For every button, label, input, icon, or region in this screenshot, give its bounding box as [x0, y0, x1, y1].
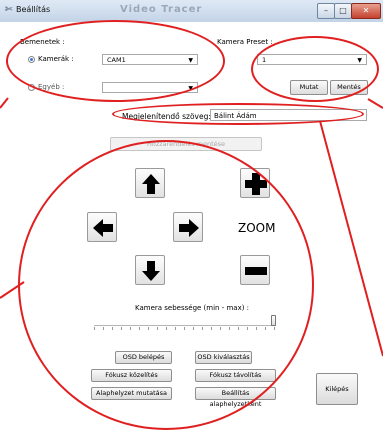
annotation-line-left-top: [0, 97, 9, 109]
annotation-lines: [0, 97, 383, 357]
annotation-line-left-bottom: [0, 281, 25, 299]
annotation-line-right: [319, 120, 383, 357]
annotation-line-preset: [367, 98, 383, 109]
